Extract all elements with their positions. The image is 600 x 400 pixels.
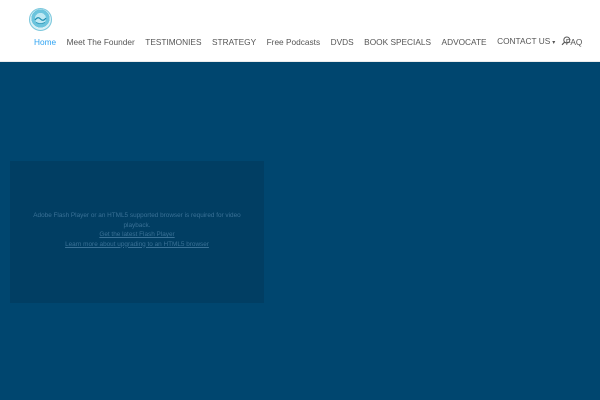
nav-item-free-podcasts[interactable]: Free Podcasts: [267, 36, 321, 48]
get-flash-player-link[interactable]: Get the latest Flash Player: [10, 230, 264, 240]
video-message-line1: Adobe Flash Player or an HTML5 supported…: [33, 212, 241, 219]
nav-item-book-specials[interactable]: BOOK SPECIALS: [364, 36, 431, 48]
nav-item-testimonies[interactable]: TESTIMONIES: [145, 36, 201, 48]
main-nav: Home Meet The Founder TESTIMONIES STRATE…: [34, 35, 593, 49]
upgrade-html5-browser-link[interactable]: Learn more about upgrading to an HTML5 b…: [10, 240, 264, 250]
nav-item-dvds[interactable]: DVDS: [331, 36, 354, 48]
page: Home Meet The Founder TESTIMONIES STRATE…: [0, 0, 600, 400]
logo-badge-icon[interactable]: [29, 8, 52, 31]
chevron-down-icon: ▾: [552, 40, 556, 46]
nav-item-meet-the-founder[interactable]: Meet The Founder: [67, 36, 135, 48]
nav-item-contact-us-label: CONTACT US: [497, 36, 551, 46]
logo-mark: [34, 17, 47, 24]
nav-item-advocate[interactable]: ADVOCATE: [442, 36, 487, 48]
video-fallback-message: Adobe Flash Player or an HTML5 supported…: [10, 211, 264, 249]
nav-item-home[interactable]: Home: [34, 36, 56, 48]
video-message-line2: playback.: [123, 221, 151, 229]
nav-item-contact-us[interactable]: CONTACT US ▾: [497, 35, 555, 49]
search-icon[interactable]: [561, 36, 571, 46]
video-player[interactable]: Adobe Flash Player or an HTML5 supported…: [10, 161, 264, 303]
nav-item-strategy[interactable]: STRATEGY: [212, 36, 256, 48]
site-header: Home Meet The Founder TESTIMONIES STRATE…: [0, 0, 600, 61]
